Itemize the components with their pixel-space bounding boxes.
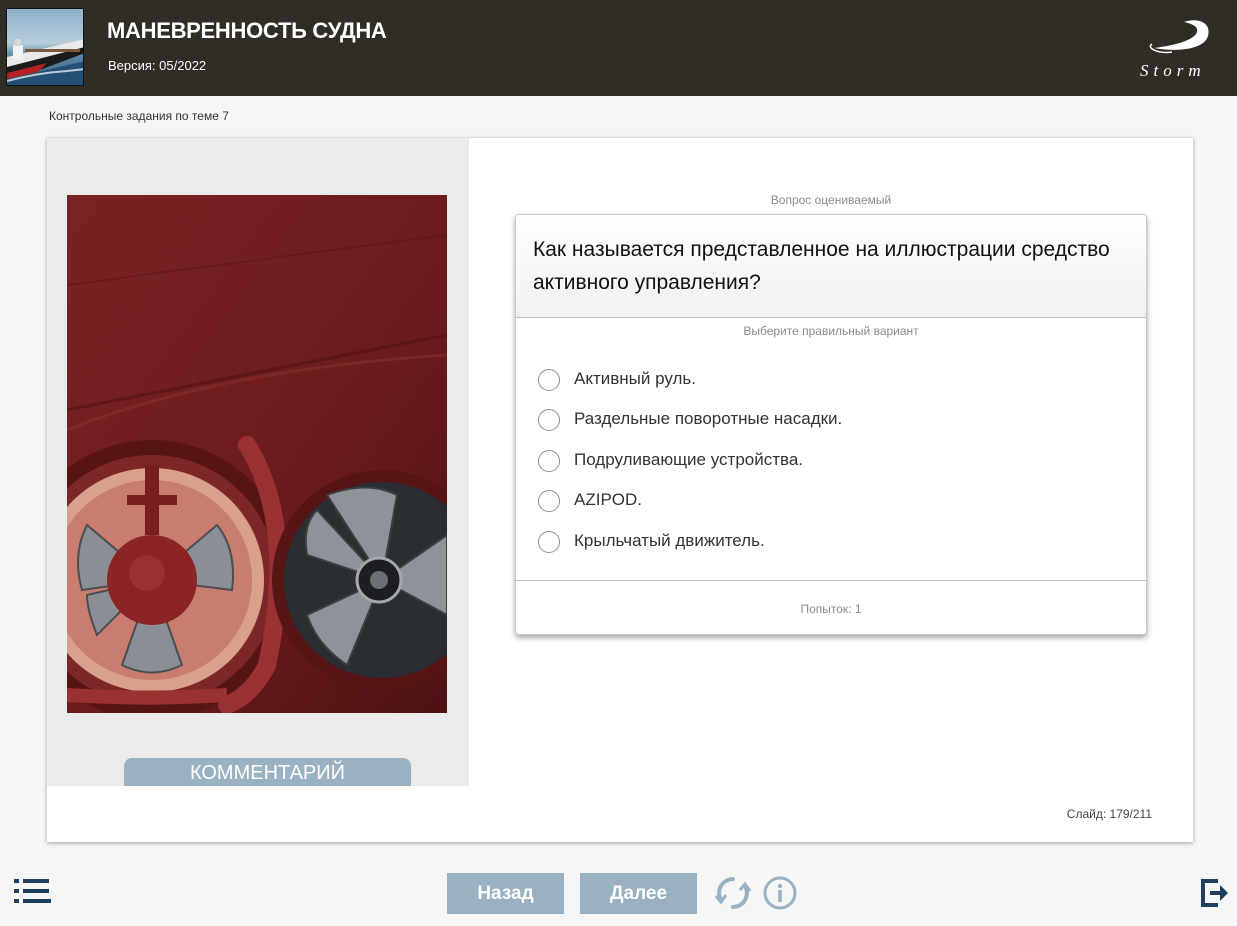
graded-question-label: Вопрос оцениваемый (770, 193, 892, 207)
answer-option-label: Подруливающие устройства. (574, 450, 804, 469)
logo-text: Storm (1140, 61, 1206, 80)
radio-button[interactable] (538, 409, 560, 431)
app-header: МАНЕВРЕННОСТЬ СУДНА Версия: 05/2022 Stor… (0, 0, 1237, 96)
ship-thumbnail (6, 8, 84, 86)
question-box: Как называется представленное на иллюстр… (515, 214, 1147, 635)
bow-thruster-photo (67, 195, 447, 713)
ship-icon (7, 39, 83, 85)
radio-button[interactable] (538, 531, 560, 553)
slide-counter: Слайд: 179/211 (1066, 807, 1152, 821)
app-version: Версия: 05/2022 (108, 58, 207, 73)
question-text: Как называется представленное на иллюстр… (533, 238, 1110, 294)
comment-button[interactable]: КОММЕНТАРИЙ (124, 758, 411, 786)
answer-option[interactable]: Подруливающие устройства. (538, 448, 1098, 478)
reload-icon[interactable] (714, 874, 752, 912)
answer-option[interactable]: Крыльчатый движитель. (538, 529, 1098, 559)
info-icon[interactable] (762, 875, 798, 911)
back-button[interactable]: Назад (447, 873, 564, 914)
slide-card: КОММЕНТАРИЙ Вопрос оцениваемый Как назыв… (47, 138, 1193, 842)
question-header: Как называется представленное на иллюстр… (516, 215, 1146, 318)
radio-button[interactable] (538, 450, 560, 472)
image-panel: КОММЕНТАРИЙ (47, 138, 469, 786)
menu-icon[interactable] (14, 879, 51, 903)
breadcrumb: Контрольные задания по теме 7 (49, 109, 229, 123)
app-title: МАНЕВРЕННОСТЬ СУДНА (107, 18, 387, 43)
answer-option-label: Крыльчатый движитель. (574, 531, 765, 550)
answer-option[interactable]: Активный руль. (538, 367, 1098, 397)
answer-option-label: Раздельные поворотные насадки. (574, 409, 843, 428)
radio-button[interactable] (538, 369, 560, 391)
answer-option[interactable]: Раздельные поворотные насадки. (538, 407, 1098, 437)
radio-button[interactable] (538, 490, 560, 512)
next-button[interactable]: Далее (580, 873, 697, 914)
answer-hint: Выберите правильный вариант (743, 324, 919, 338)
bow-thruster-icon (67, 195, 447, 713)
answer-option-label: AZIPOD. (574, 490, 643, 509)
answer-option[interactable]: AZIPOD. (538, 488, 1098, 518)
attempts-counter: Попыток: 1 (800, 602, 862, 616)
answer-option-label: Активный руль. (574, 369, 696, 388)
question-footer: Попыток: 1 (516, 580, 1146, 634)
exit-icon[interactable] (1201, 879, 1229, 907)
storm-logo: Storm (1140, 20, 1209, 80)
